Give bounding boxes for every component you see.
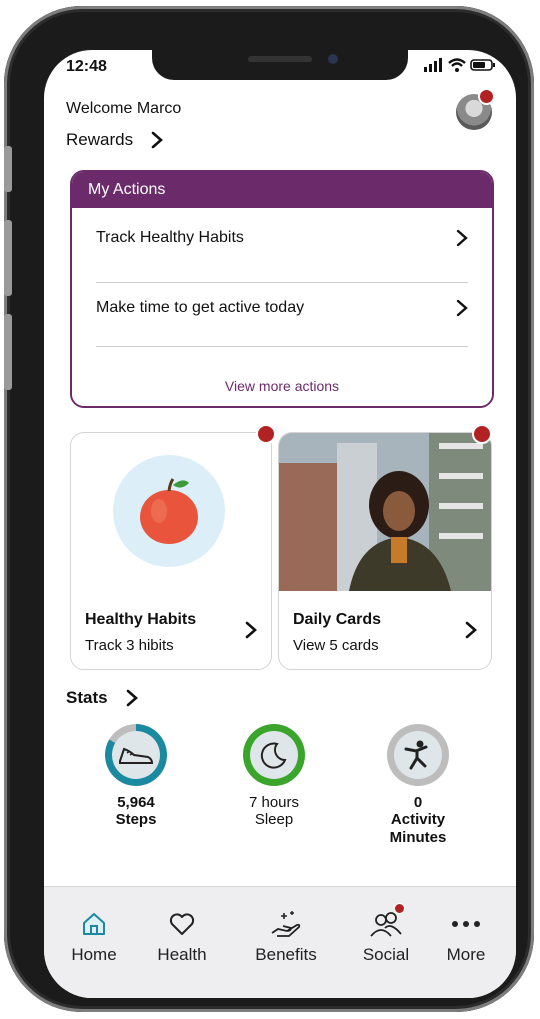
activity-ring [387, 724, 449, 786]
status-time: 12:48 [66, 58, 107, 75]
tab-benefits[interactable]: Benefits [240, 909, 332, 965]
stat-label: Sleep [254, 811, 294, 828]
tab-home[interactable]: Home [52, 909, 136, 965]
action-label: Make time to get active today [96, 299, 305, 316]
my-actions-body: Track Healthy Habits Make time to get ac… [72, 210, 492, 406]
tab-more[interactable]: More [424, 909, 508, 965]
stats-label: Stats [66, 688, 108, 707]
stat-activity-minutes[interactable]: 0 Activity Minutes [358, 724, 478, 847]
camera [328, 54, 338, 64]
stat-label: Activity Minutes [389, 811, 447, 846]
steps-ring-inner [112, 731, 160, 779]
action-item[interactable]: Track Healthy Habits [96, 218, 468, 258]
hand-sparkle-icon [271, 911, 301, 937]
more-dots-icon [452, 921, 480, 927]
chevron-right-icon [465, 621, 477, 639]
rewards-label: Rewards [66, 130, 134, 149]
steps-ring [105, 724, 167, 786]
my-actions-card: My Actions Track Healthy Habits Make tim… [70, 170, 494, 408]
card-title: Daily Cards [293, 611, 382, 628]
woman-photo [279, 433, 491, 591]
sleep-ring [243, 724, 305, 786]
wifi-icon [448, 58, 466, 72]
battery-icon [470, 59, 495, 71]
chevron-right-icon [245, 621, 257, 639]
chevron-right-icon [456, 229, 468, 247]
action-label: Track Healthy Habits [96, 229, 244, 246]
tab-health[interactable]: Health [140, 909, 224, 965]
speaker [248, 56, 312, 62]
notch [152, 50, 408, 80]
stat-value: 5,964 [117, 794, 155, 811]
running-figure-icon [404, 740, 428, 770]
tab-label: Health [157, 945, 207, 964]
stat-label: Steps [115, 811, 157, 828]
card-subtitle: View 5 cards [293, 637, 379, 654]
action-item[interactable]: Make time to get active today [96, 288, 468, 328]
my-actions-title: My Actions [72, 172, 492, 208]
apple-icon-background [113, 455, 225, 567]
mute-switch [4, 146, 12, 192]
divider [96, 346, 468, 347]
tab-label: Benefits [255, 945, 317, 964]
apple-icon [140, 478, 198, 544]
healthy-habits-card[interactable]: Healthy Habits Track 3 hibits [70, 432, 272, 670]
volume-down-button [4, 314, 12, 390]
tab-label: More [446, 945, 486, 964]
divider [96, 282, 468, 283]
rewards-link[interactable]: Rewards [66, 130, 164, 150]
stat-steps[interactable]: 5,964 Steps [76, 724, 196, 829]
avatar[interactable] [456, 88, 495, 130]
phone-frame: 12:48 Welcome Marco Rewards My Actions T… [4, 6, 534, 1012]
daily-cards-badge [472, 424, 492, 444]
stats-link[interactable]: Stats [66, 688, 138, 708]
people-icon [370, 912, 402, 937]
activity-ring-inner [394, 731, 442, 779]
card-subtitle: Track 3 hibits [85, 637, 174, 654]
tab-label: Home [71, 945, 117, 964]
screen: 12:48 Welcome Marco Rewards My Actions T… [44, 50, 516, 998]
avatar-notification-badge [478, 88, 495, 105]
tab-label: Social [362, 945, 410, 964]
healthy-habits-badge [256, 424, 276, 444]
status-icons [424, 58, 496, 72]
chevron-right-icon [456, 299, 468, 317]
stat-sleep[interactable]: 7 hours Sleep [214, 724, 334, 829]
view-more-actions-link[interactable]: View more actions [72, 378, 492, 394]
home-icon [83, 913, 105, 935]
card-title: Healthy Habits [85, 611, 197, 628]
social-notification-badge [394, 903, 405, 914]
stat-value: 0 [413, 794, 423, 811]
tab-bar: Home Health Benefits Social More [44, 886, 516, 998]
welcome-text: Welcome Marco [66, 100, 182, 117]
chevron-right-icon [126, 689, 138, 707]
heart-icon [169, 913, 195, 935]
sleep-ring-inner [250, 731, 298, 779]
stat-value: 7 hours [248, 794, 300, 811]
volume-up-button [4, 220, 12, 296]
signal-icon [424, 58, 442, 72]
tab-social[interactable]: Social [344, 903, 428, 965]
sneaker-icon [119, 747, 154, 764]
daily-cards-card[interactable]: Daily Cards View 5 cards [278, 432, 492, 670]
chevron-right-icon [151, 131, 164, 149]
moon-icon [260, 742, 287, 769]
